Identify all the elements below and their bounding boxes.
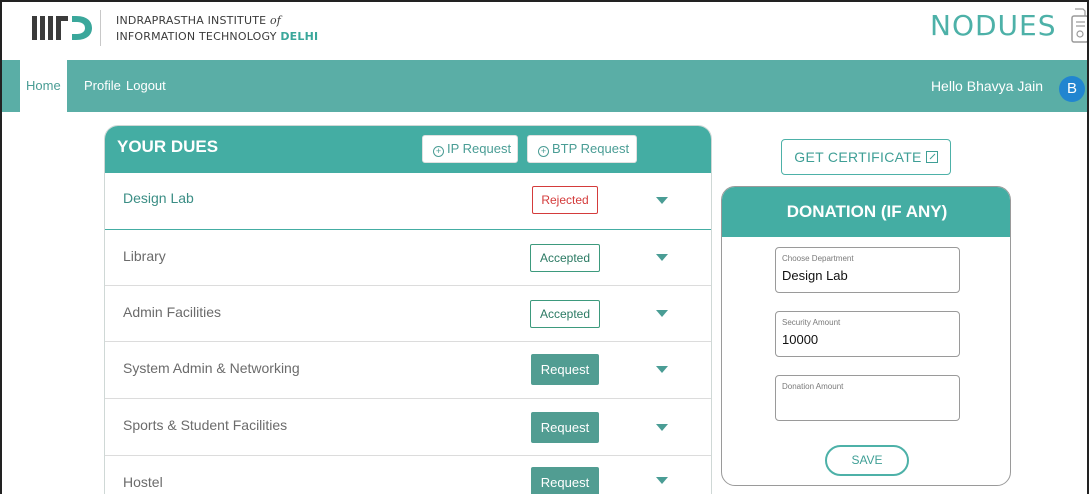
status-badge-accepted: Accepted	[530, 244, 600, 272]
institute-delhi: DELHI	[280, 30, 319, 43]
institute-line1: INDRAPRASTHA INSTITUTE	[116, 14, 267, 27]
dues-title: YOUR DUES	[117, 137, 219, 156]
btp-request-button[interactable]: + BTP Request	[527, 135, 637, 163]
donation-amount-label: Donation Amount	[782, 382, 844, 391]
institute-line2: INFORMATION TECHNOLOGY	[116, 30, 277, 43]
certificate-doc-icon	[1071, 8, 1087, 43]
security-amount-field[interactable]: Security Amount 10000	[775, 311, 960, 357]
due-name: Design Lab	[123, 190, 194, 206]
security-amount-value[interactable]: 10000	[782, 332, 952, 347]
btp-request-label: BTP Request	[552, 141, 630, 156]
due-name: System Admin & Networking	[123, 360, 300, 376]
chevron-down-icon[interactable]	[656, 424, 668, 431]
due-row-sports: Sports & Student Facilities Request	[105, 399, 711, 456]
dues-card: YOUR DUES + IP Request + BTP Request Desig…	[104, 125, 712, 494]
dues-header: YOUR DUES + IP Request + BTP Request	[105, 126, 711, 173]
chevron-down-icon[interactable]	[656, 197, 668, 204]
status-badge-rejected: Rejected	[532, 186, 598, 214]
save-button[interactable]: SAVE	[825, 445, 909, 476]
user-greeting: Hello Bhavya Jain	[930, 78, 1043, 94]
main-navbar: Home Profile Logout Hello Bhavya Jain	[2, 60, 1087, 112]
donation-title: DONATION (IF ANY)	[722, 187, 1010, 237]
nav-profile[interactable]: Profile	[84, 60, 121, 112]
due-row-admin-facilities: Admin Facilities Accepted	[105, 286, 711, 342]
institute-name: INDRAPRASTHA INSTITUTE of INFORMATION TE…	[116, 13, 318, 45]
due-name: Hostel	[123, 474, 163, 490]
top-header: INDRAPRASTHA INSTITUTE of INFORMATION TE…	[2, 2, 1087, 60]
department-value[interactable]: Design Lab	[782, 268, 952, 283]
ip-request-button[interactable]: + IP Request	[422, 135, 518, 163]
chevron-down-icon[interactable]	[656, 477, 668, 484]
chevron-down-icon[interactable]	[656, 366, 668, 373]
chevron-down-icon[interactable]	[656, 254, 668, 261]
due-name: Sports & Student Facilities	[123, 417, 288, 433]
nav-home[interactable]: Home	[20, 60, 67, 112]
security-amount-label: Security Amount	[782, 318, 841, 327]
request-button[interactable]: Request	[531, 354, 599, 385]
donation-amount-input[interactable]	[782, 396, 952, 411]
department-label: Choose Department	[782, 254, 854, 263]
institute-of: of	[269, 14, 282, 27]
plus-circle-icon: +	[433, 146, 444, 157]
due-row-library: Library Accepted	[105, 230, 711, 286]
get-certificate-button[interactable]: GET CERTIFICATE	[781, 139, 951, 175]
donation-card: DONATION (IF ANY) Choose Department Desi…	[721, 186, 1011, 486]
due-name: Library	[123, 248, 166, 264]
department-field[interactable]: Choose Department Design Lab	[775, 247, 960, 293]
chevron-down-icon[interactable]	[656, 310, 668, 317]
nav-logout[interactable]: Logout	[126, 60, 166, 112]
external-link-icon	[925, 151, 938, 163]
status-badge-accepted: Accepted	[530, 300, 600, 328]
user-avatar[interactable]: B	[1059, 76, 1085, 102]
iiitd-logo	[32, 16, 92, 40]
due-name: Admin Facilities	[123, 304, 222, 320]
app-frame: INDRAPRASTHA INSTITUTE of INFORMATION TE…	[0, 0, 1089, 494]
request-button[interactable]: Request	[531, 467, 599, 494]
get-certificate-label: GET CERTIFICATE	[794, 149, 922, 165]
due-row-hostel: Hostel Request	[105, 456, 711, 494]
plus-circle-icon: +	[538, 146, 549, 157]
due-row-system-admin: System Admin & Networking Request	[105, 342, 711, 399]
brand-title: NODUES	[930, 9, 1057, 42]
ip-request-label: IP Request	[447, 141, 512, 156]
request-button[interactable]: Request	[531, 412, 599, 443]
due-row-design-lab: Design Lab Rejected	[105, 173, 711, 230]
logo-divider	[100, 10, 101, 46]
donation-amount-field[interactable]: Donation Amount	[775, 375, 960, 421]
